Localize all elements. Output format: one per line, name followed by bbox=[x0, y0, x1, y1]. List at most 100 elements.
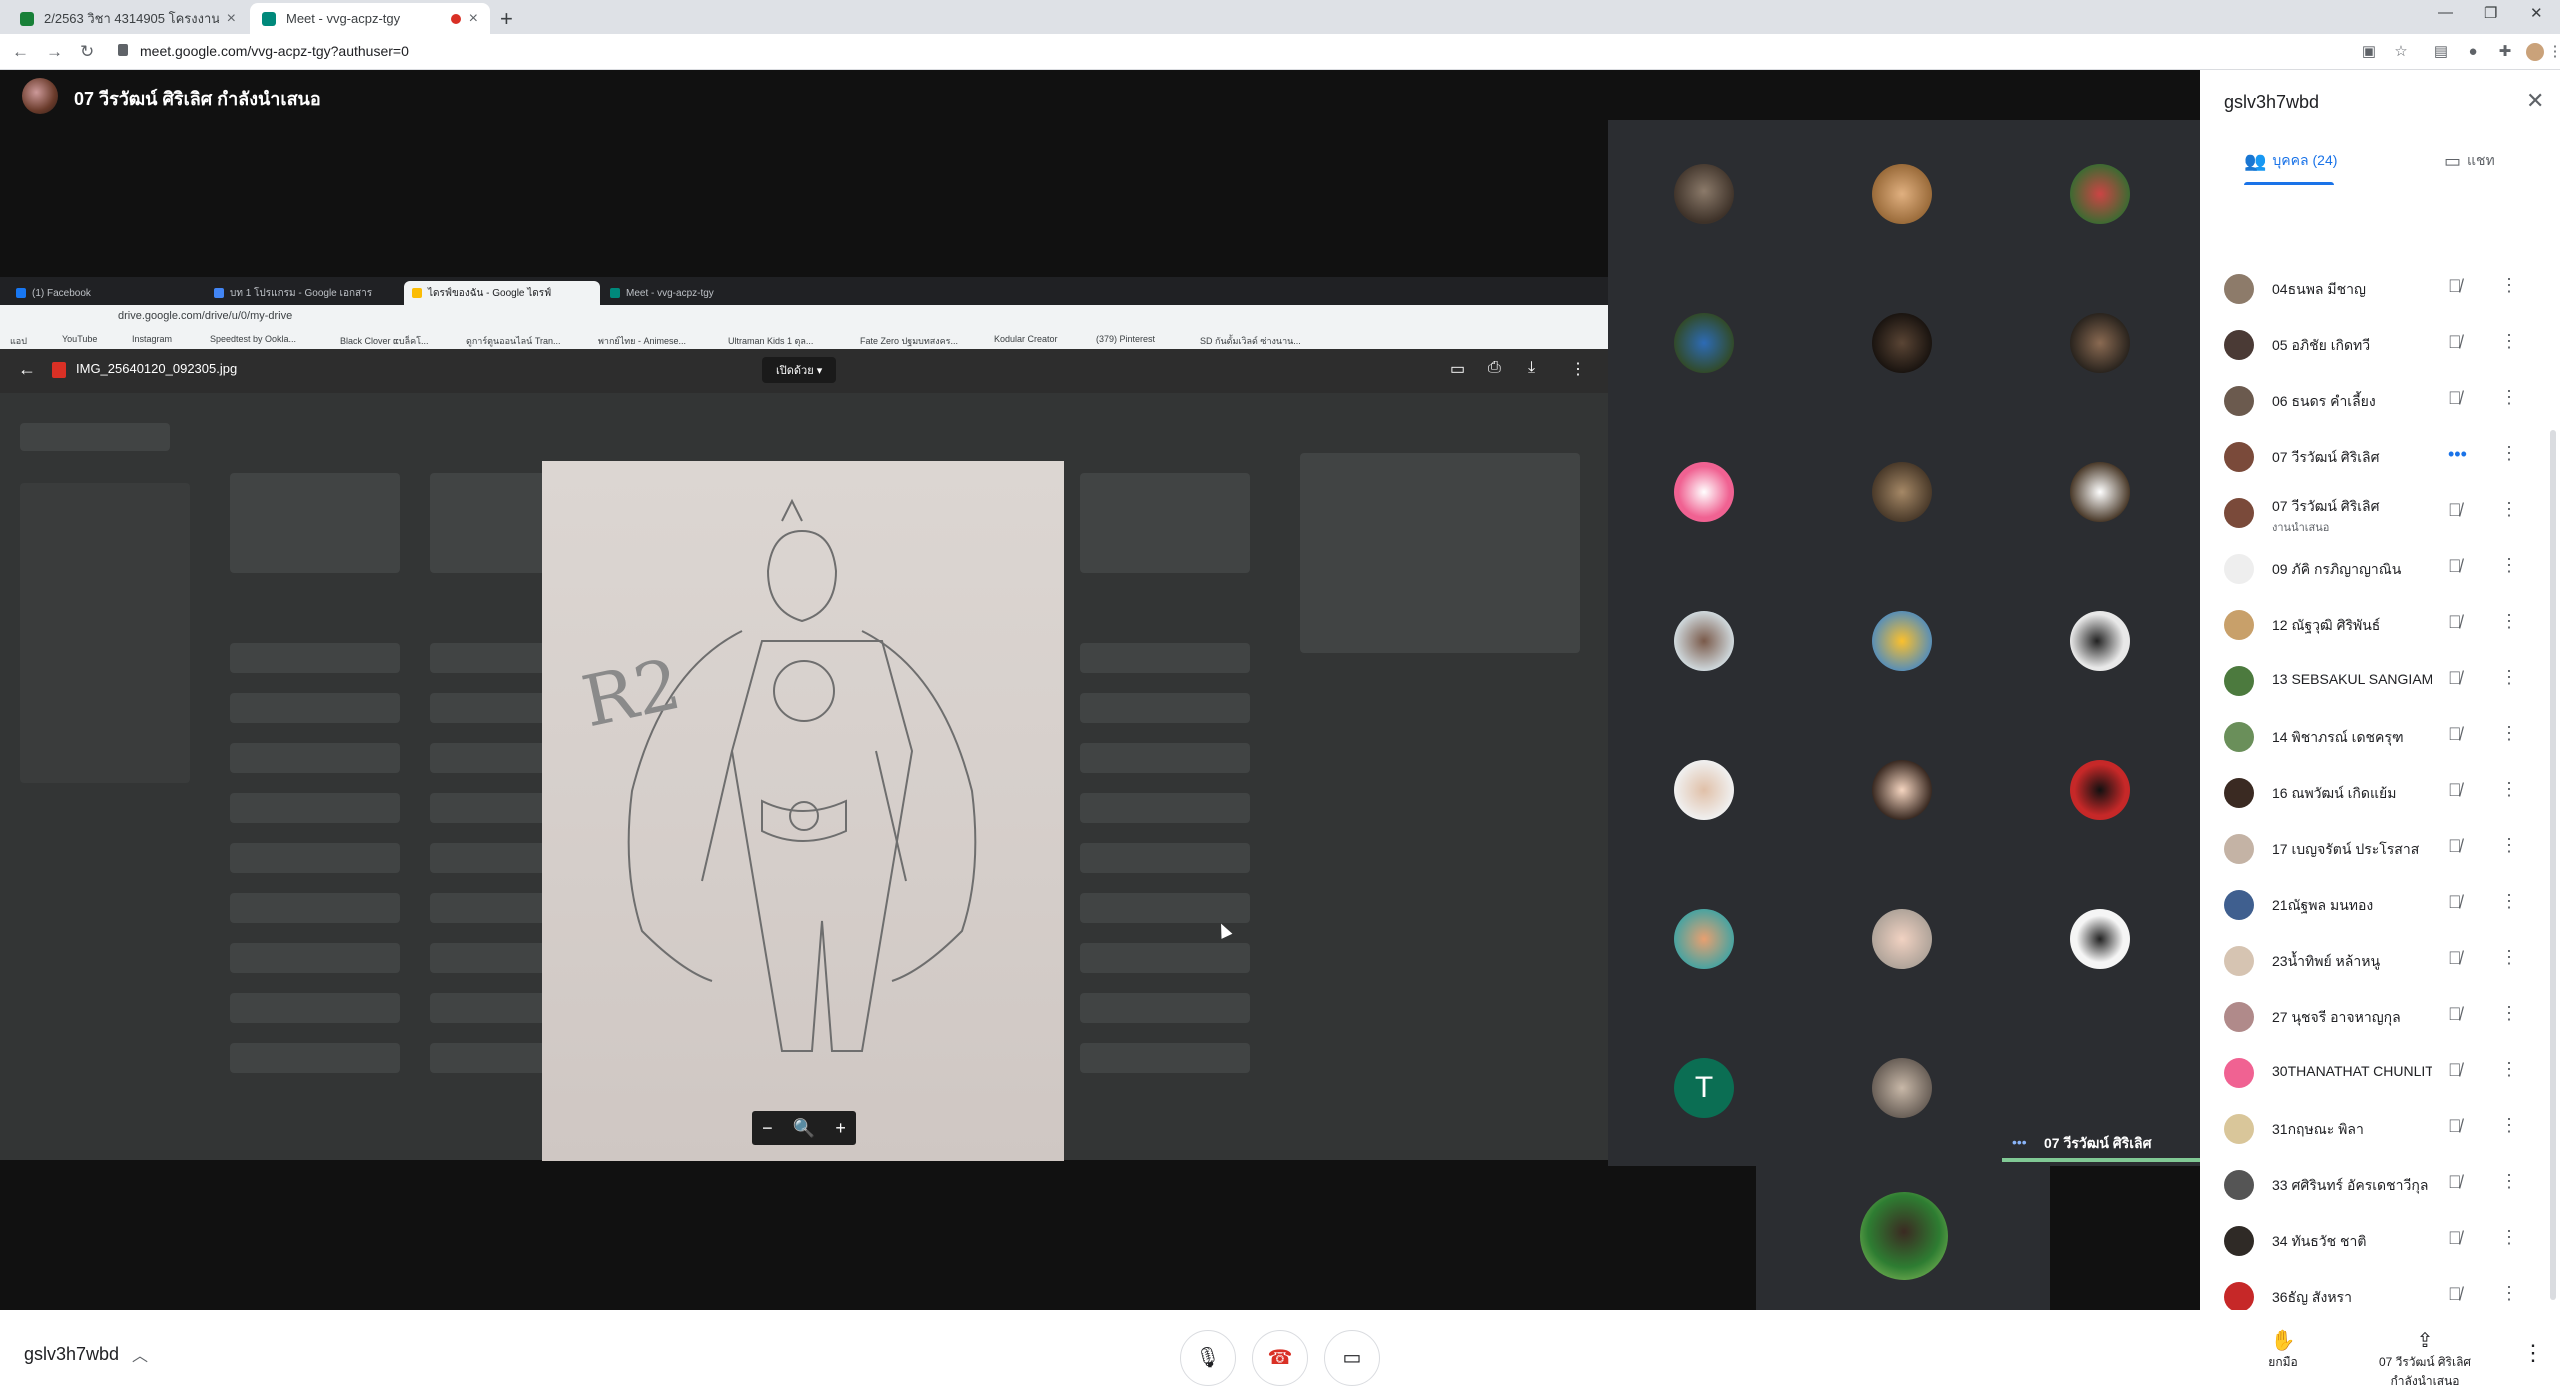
more-options-icon[interactable]: ⋮ bbox=[2500, 835, 2518, 856]
participant-row[interactable]: 23น้ำทิพย์ หล้าหนู 🎙̸ ⋮ bbox=[2200, 932, 2540, 988]
more-options-icon[interactable]: ⋮ bbox=[2500, 275, 2518, 296]
mic-off-icon[interactable]: 🎙̸ bbox=[2448, 556, 2462, 577]
participant-row[interactable]: 07 วีรวัฒน์ ศิริเลิศ งานนำเสนอ 🎙̸ ⋮ bbox=[2200, 484, 2540, 540]
participant-tile[interactable] bbox=[2070, 313, 2130, 373]
presenting-button[interactable]: ⇪ 07 วีรวัฒน์ ศิริเลิศ กำลังนำเสนอ bbox=[2370, 1328, 2480, 1391]
participant-row[interactable]: 09 ภัคิ กรภิญาญาณิน 🎙̸ ⋮ bbox=[2200, 540, 2540, 596]
participant-tile[interactable] bbox=[2070, 760, 2130, 820]
participant-tile[interactable]: T bbox=[1674, 1058, 1734, 1118]
extensions-puzzle-icon[interactable]: ✚ bbox=[2496, 43, 2514, 61]
bookmark-star-icon[interactable]: ☆ bbox=[2392, 43, 2410, 61]
speaking-indicator-icon[interactable]: ••• bbox=[2448, 444, 2467, 465]
participant-row[interactable]: 31กฤษณะ พิลา 🎙̸ ⋮ bbox=[2200, 1100, 2540, 1156]
more-options-icon[interactable]: ⋮ bbox=[2500, 1227, 2518, 1248]
participant-row[interactable]: 33 ศศิรินทร์ อัครเดชาวีกุล 🎙̸ ⋮ bbox=[2200, 1156, 2540, 1212]
participant-row[interactable]: 04ธนพล มีชาญ 🎙̸ ⋮ bbox=[2200, 260, 2540, 316]
extension-icon[interactable]: ▤ bbox=[2432, 43, 2450, 61]
participant-row[interactable]: 34 ทันธวัช ชาติ 🎙̸ ⋮ bbox=[2200, 1212, 2540, 1268]
participant-tile[interactable] bbox=[2070, 611, 2130, 671]
participant-tile[interactable] bbox=[1872, 462, 1932, 522]
close-icon[interactable]: × bbox=[227, 10, 236, 28]
more-options-icon[interactable]: ⋮ bbox=[2500, 1283, 2518, 1304]
participant-tile[interactable] bbox=[1872, 1058, 1932, 1118]
more-options-icon[interactable]: ⋮ bbox=[2500, 779, 2518, 800]
url-field[interactable]: meet.google.com/vvg-acpz-tgy?authuser=0 bbox=[140, 43, 409, 59]
participant-row[interactable]: 21ณัฐพล มนทอง 🎙̸ ⋮ bbox=[2200, 876, 2540, 932]
new-tab-icon[interactable]: + bbox=[500, 6, 513, 32]
mic-off-icon[interactable]: 🎙̸ bbox=[2448, 1060, 2462, 1081]
participant-tile[interactable] bbox=[1674, 760, 1734, 820]
more-options-icon[interactable]: ⋮ bbox=[2500, 1115, 2518, 1136]
participant-tile[interactable] bbox=[1674, 611, 1734, 671]
participant-tile[interactable] bbox=[1872, 611, 1932, 671]
more-options-icon[interactable]: ⋮ bbox=[2500, 443, 2518, 464]
camera-in-use-icon[interactable]: ▣ bbox=[2360, 43, 2378, 61]
mic-off-icon[interactable]: 🎙̸ bbox=[2448, 724, 2462, 745]
more-options-icon[interactable]: ⋮ bbox=[2500, 499, 2518, 520]
camera-button[interactable]: ▭ bbox=[1324, 1330, 1380, 1386]
more-options-icon[interactable]: ⋮ bbox=[2500, 387, 2518, 408]
tab-chat[interactable]: ▭ แชท bbox=[2444, 150, 2495, 172]
mic-off-icon[interactable]: 🎙̸ bbox=[2448, 780, 2462, 801]
browser-menu-icon[interactable]: ⋮ bbox=[2546, 43, 2560, 61]
more-options-icon[interactable]: ⋮ bbox=[2500, 555, 2518, 576]
participant-tile[interactable] bbox=[1674, 164, 1734, 224]
participant-row[interactable]: 16 ณพวัฒน์ เกิดแย้ม 🎙̸ ⋮ bbox=[2200, 764, 2540, 820]
window-close-icon[interactable]: ✕ bbox=[2530, 4, 2543, 22]
forward-icon[interactable]: → bbox=[46, 42, 63, 62]
participant-row[interactable]: 13 SEBSAKUL SANGIAM... 🎙̸ ⋮ bbox=[2200, 652, 2540, 708]
chevron-up-icon[interactable]: ︿ bbox=[132, 1342, 148, 1366]
participant-tile[interactable] bbox=[1674, 313, 1734, 373]
more-options-icon[interactable]: ⋮ bbox=[2500, 667, 2518, 688]
close-icon[interactable]: × bbox=[469, 10, 478, 28]
restore-icon[interactable]: ❐ bbox=[2484, 4, 2497, 22]
mic-off-icon[interactable]: 🎙̸ bbox=[2448, 948, 2462, 969]
mic-off-icon[interactable]: 🎙̸ bbox=[2448, 836, 2462, 857]
more-options-icon[interactable]: ⋮ bbox=[2500, 1171, 2518, 1192]
mic-off-icon[interactable]: 🎙̸ bbox=[2448, 1284, 2462, 1305]
mic-off-icon[interactable]: 🎙̸ bbox=[2448, 276, 2462, 297]
mic-off-icon[interactable]: 🎙̸ bbox=[2448, 388, 2462, 409]
mic-off-icon[interactable]: 🎙̸ bbox=[2448, 612, 2462, 633]
mic-off-icon[interactable]: 🎙̸ bbox=[2448, 668, 2462, 689]
raise-hand-button[interactable]: ✋ ยกมือ bbox=[2258, 1328, 2308, 1372]
participant-row[interactable]: 17 เบญจรัตน์ ประโรสาส 🎙̸ ⋮ bbox=[2200, 820, 2540, 876]
profile-avatar[interactable] bbox=[2526, 43, 2544, 61]
participant-row[interactable]: 12 ณัฐวุฒิ ศิริพันธ์ 🎙̸ ⋮ bbox=[2200, 596, 2540, 652]
participant-row[interactable]: 06 ธนดร คำเลี้ยง 🎙̸ ⋮ bbox=[2200, 372, 2540, 428]
participant-row[interactable]: 07 วีรวัฒน์ ศิริเลิศ ••• ⋮ bbox=[2200, 428, 2540, 484]
back-icon[interactable]: ← bbox=[12, 42, 29, 62]
more-options-icon[interactable]: ⋮ bbox=[2500, 1059, 2518, 1080]
browser-tab-meet[interactable]: Meet - vvg-acpz-tgy × bbox=[250, 3, 490, 34]
participant-tile[interactable] bbox=[1872, 313, 1932, 373]
participant-tile[interactable] bbox=[1872, 760, 1932, 820]
presentation-muted-icon[interactable]: 🎙̸ bbox=[2448, 500, 2462, 521]
mic-off-icon[interactable]: 🎙̸ bbox=[2448, 892, 2462, 913]
mic-off-icon[interactable]: 🎙̸ bbox=[2448, 1172, 2462, 1193]
participant-row[interactable]: 05 อภิชัย เกิดทวี 🎙̸ ⋮ bbox=[2200, 316, 2540, 372]
close-panel-icon[interactable]: ✕ bbox=[2526, 88, 2544, 114]
participant-tile[interactable] bbox=[1674, 462, 1734, 522]
mic-off-icon[interactable]: 🎙̸ bbox=[2448, 1004, 2462, 1025]
participant-row[interactable]: 27 นุชจรี อาจหาญกุล 🎙̸ ⋮ bbox=[2200, 988, 2540, 1044]
participant-tile[interactable] bbox=[2070, 909, 2130, 969]
participant-tile[interactable] bbox=[1674, 909, 1734, 969]
browser-tab-classroom[interactable]: 2/2563 วิชา 4314905 โครงงานคอมพิวเตอร์ × bbox=[8, 3, 248, 34]
more-options-icon[interactable]: ⋮ bbox=[2500, 947, 2518, 968]
panel-scrollbar[interactable] bbox=[2550, 430, 2556, 1300]
participant-tile[interactable] bbox=[2070, 462, 2130, 522]
more-options-icon[interactable]: ⋮ bbox=[2500, 1003, 2518, 1024]
self-view-tile[interactable] bbox=[1756, 1166, 2050, 1310]
hang-up-button[interactable]: ☎ bbox=[1252, 1330, 1308, 1386]
more-options-icon[interactable]: ⋮ bbox=[2500, 331, 2518, 352]
more-options-icon[interactable]: ⋮ bbox=[2522, 1340, 2544, 1366]
more-options-icon[interactable]: ⋮ bbox=[2500, 723, 2518, 744]
reload-icon[interactable]: ↻ bbox=[80, 42, 94, 62]
mic-off-icon[interactable]: 🎙̸ bbox=[2448, 1116, 2462, 1137]
participant-tile[interactable] bbox=[1872, 164, 1932, 224]
participant-row[interactable]: 14 พิชาภรณ์ เดชครุฑ 🎙̸ ⋮ bbox=[2200, 708, 2540, 764]
meeting-code[interactable]: gslv3h7wbd bbox=[24, 1344, 119, 1365]
tab-people[interactable]: 👥 บุคคล (24) bbox=[2244, 150, 2337, 172]
mic-off-icon[interactable]: 🎙̸ bbox=[2448, 332, 2462, 353]
mic-off-icon[interactable]: 🎙̸ bbox=[2448, 1228, 2462, 1249]
